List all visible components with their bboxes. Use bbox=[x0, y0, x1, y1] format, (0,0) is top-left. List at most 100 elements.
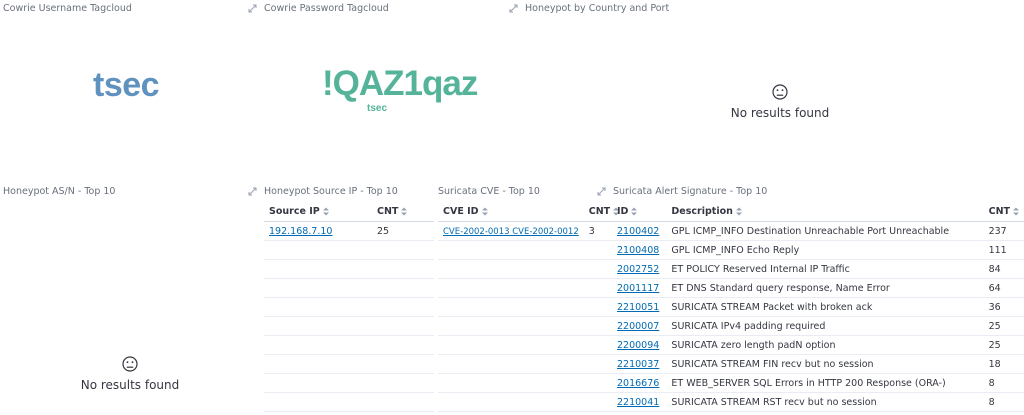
empty-row bbox=[438, 240, 625, 260]
signature-id-link[interactable]: 2002752 bbox=[617, 264, 659, 275]
empty-row bbox=[264, 240, 434, 260]
description-cell: GPL ICMP_INFO Echo Reply bbox=[666, 240, 984, 260]
tag-word[interactable]: tsec bbox=[367, 103, 387, 114]
count-cell: 111 bbox=[983, 240, 1024, 260]
description-cell: SURICATA zero length padN option bbox=[666, 335, 984, 355]
panel-country-port: Honeypot by Country and Port No results … bbox=[505, 0, 1024, 180]
table-row: 2210051 SURICATA STREAM Packet with brok… bbox=[612, 297, 1024, 317]
count-cell: 18 bbox=[983, 354, 1024, 374]
alert-signature-table: ID Description CNT 2100402 GPL ICMP_INFO… bbox=[612, 202, 1024, 412]
no-results-text: No results found bbox=[80, 378, 180, 392]
cve-link[interactable]: CVE-2002-0013 CVE-2002-0012 bbox=[443, 227, 579, 237]
sad-face-icon bbox=[122, 356, 138, 372]
table-row: 2100408 GPL ICMP_INFO Echo Reply 111 bbox=[612, 240, 1024, 260]
signature-id-link[interactable]: 2210051 bbox=[617, 302, 659, 313]
description-cell: ET POLICY Reserved Internal IP Traffic bbox=[666, 259, 984, 279]
table-row: CVE-2002-0013 CVE-2002-0012 3 bbox=[438, 221, 625, 241]
empty-row bbox=[438, 354, 625, 374]
panel-title: Honeypot Source IP - Top 10 bbox=[264, 186, 398, 197]
sort-icon bbox=[1013, 207, 1019, 216]
empty-row bbox=[438, 373, 625, 393]
panel-suricata-cve: Suricata CVE - Top 10 CVE ID CNT CVE-200… bbox=[433, 180, 625, 415]
sort-icon bbox=[481, 207, 488, 216]
panel-password-tagcloud: Cowrie Password Tagcloud !QAZ1qaz tsec bbox=[245, 0, 505, 180]
sort-icon bbox=[735, 207, 742, 216]
signature-id-link[interactable]: 2200007 bbox=[617, 321, 659, 332]
count-cell: 237 bbox=[983, 221, 1024, 241]
description-cell: SURICATA IPv4 padding required bbox=[666, 316, 984, 336]
table-row: 192.168.7.10 25 bbox=[264, 221, 434, 241]
table-row: 2001117 ET DNS Standard query response, … bbox=[612, 278, 1024, 298]
sad-face-icon bbox=[772, 84, 788, 100]
column-header-cnt[interactable]: CNT bbox=[372, 202, 434, 222]
panel-title: Suricata CVE - Top 10 bbox=[438, 186, 540, 197]
no-results-text: No results found bbox=[730, 106, 830, 120]
signature-id-link[interactable]: 2100408 bbox=[617, 245, 659, 256]
count-cell: 64 bbox=[983, 278, 1024, 298]
empty-row bbox=[264, 373, 434, 393]
sort-icon bbox=[631, 207, 638, 216]
empty-row bbox=[264, 259, 434, 279]
empty-row bbox=[438, 278, 625, 298]
no-results: No results found bbox=[715, 84, 845, 120]
description-cell: GPL ICMP_INFO Destination Unreachable Po… bbox=[666, 221, 984, 241]
signature-id-link[interactable]: 2001117 bbox=[617, 283, 659, 294]
table-row: 2200007 SURICATA IPv4 padding required 2… bbox=[612, 316, 1024, 336]
count-cell: 36 bbox=[983, 297, 1024, 317]
empty-row bbox=[264, 278, 434, 298]
cve-table: CVE ID CNT CVE-2002-0013 CVE-2002-0012 3 bbox=[438, 202, 625, 412]
table-row: 2210041 SURICATA STREAM RST recv but no … bbox=[612, 392, 1024, 412]
column-header-id[interactable]: ID bbox=[612, 202, 667, 222]
empty-row bbox=[438, 297, 625, 317]
count-cell: 8 bbox=[983, 373, 1024, 393]
description-cell: SURICATA STREAM RST recv but no session bbox=[666, 392, 984, 412]
empty-row bbox=[264, 354, 434, 374]
signature-id-link[interactable]: 2016676 bbox=[617, 378, 659, 389]
table-row: 2210037 SURICATA STREAM FIN recv but no … bbox=[612, 354, 1024, 374]
column-header-source-ip[interactable]: Source IP bbox=[264, 202, 372, 222]
count-cell: 25 bbox=[983, 316, 1024, 336]
source-ip-table: Source IP CNT 192.168.7.10 25 bbox=[264, 202, 434, 412]
empty-row bbox=[438, 259, 625, 279]
count-cell: 25 bbox=[983, 335, 1024, 355]
panel-username-tagcloud: Cowrie Username Tagcloud tsec bbox=[0, 0, 245, 180]
source-ip-link[interactable]: 192.168.7.10 bbox=[269, 226, 332, 237]
empty-row bbox=[264, 316, 434, 336]
empty-row bbox=[264, 297, 434, 317]
description-cell: ET WEB_SERVER SQL Errors in HTTP 200 Res… bbox=[666, 373, 984, 393]
empty-row bbox=[438, 392, 625, 412]
table-row: 2200094 SURICATA zero length padN option… bbox=[612, 335, 1024, 355]
panel-source-ip: Honeypot Source IP - Top 10 Source IP CN… bbox=[245, 180, 434, 415]
empty-row bbox=[264, 335, 434, 355]
panel-title: Cowrie Username Tagcloud bbox=[3, 3, 132, 14]
panel-alert-signature: Suricata Alert Signature - Top 10 ID Des… bbox=[598, 180, 1024, 415]
panel-title: Honeypot by Country and Port bbox=[525, 3, 670, 14]
empty-row bbox=[438, 316, 625, 336]
count-cell: 8 bbox=[983, 392, 1024, 412]
panel-title: Suricata Alert Signature - Top 10 bbox=[613, 186, 768, 197]
no-results: No results found bbox=[60, 356, 200, 392]
sort-icon bbox=[322, 207, 329, 216]
signature-id-link[interactable]: 2100402 bbox=[617, 226, 659, 237]
description-cell: SURICATA STREAM Packet with broken ack bbox=[666, 297, 984, 317]
signature-id-link[interactable]: 2210041 bbox=[617, 397, 659, 408]
description-cell: ET DNS Standard query response, Name Err… bbox=[666, 278, 984, 298]
column-header-cve-id[interactable]: CVE ID bbox=[438, 202, 584, 222]
table-row: 2100402 GPL ICMP_INFO Destination Unreac… bbox=[612, 221, 1024, 241]
description-cell: SURICATA STREAM FIN recv but no session bbox=[666, 354, 984, 374]
sort-icon bbox=[401, 207, 408, 216]
table-row: 2002752 ET POLICY Reserved Internal IP T… bbox=[612, 259, 1024, 279]
count-cell: 25 bbox=[372, 221, 434, 241]
panel-asn: Honeypot AS/N - Top 10 No results found bbox=[0, 180, 245, 415]
signature-id-link[interactable]: 2200094 bbox=[617, 340, 659, 351]
tag-word[interactable]: tsec bbox=[93, 66, 160, 105]
count-cell: 84 bbox=[983, 259, 1024, 279]
column-header-cnt[interactable]: CNT bbox=[983, 202, 1024, 222]
panel-title: Cowrie Password Tagcloud bbox=[264, 3, 389, 14]
empty-row bbox=[264, 392, 434, 412]
column-header-description[interactable]: Description bbox=[666, 202, 984, 222]
signature-id-link[interactable]: 2210037 bbox=[617, 359, 659, 370]
table-row: 2016676 ET WEB_SERVER SQL Errors in HTTP… bbox=[612, 373, 1024, 393]
tag-word[interactable]: !QAZ1qaz bbox=[322, 64, 478, 104]
empty-row bbox=[438, 335, 625, 355]
